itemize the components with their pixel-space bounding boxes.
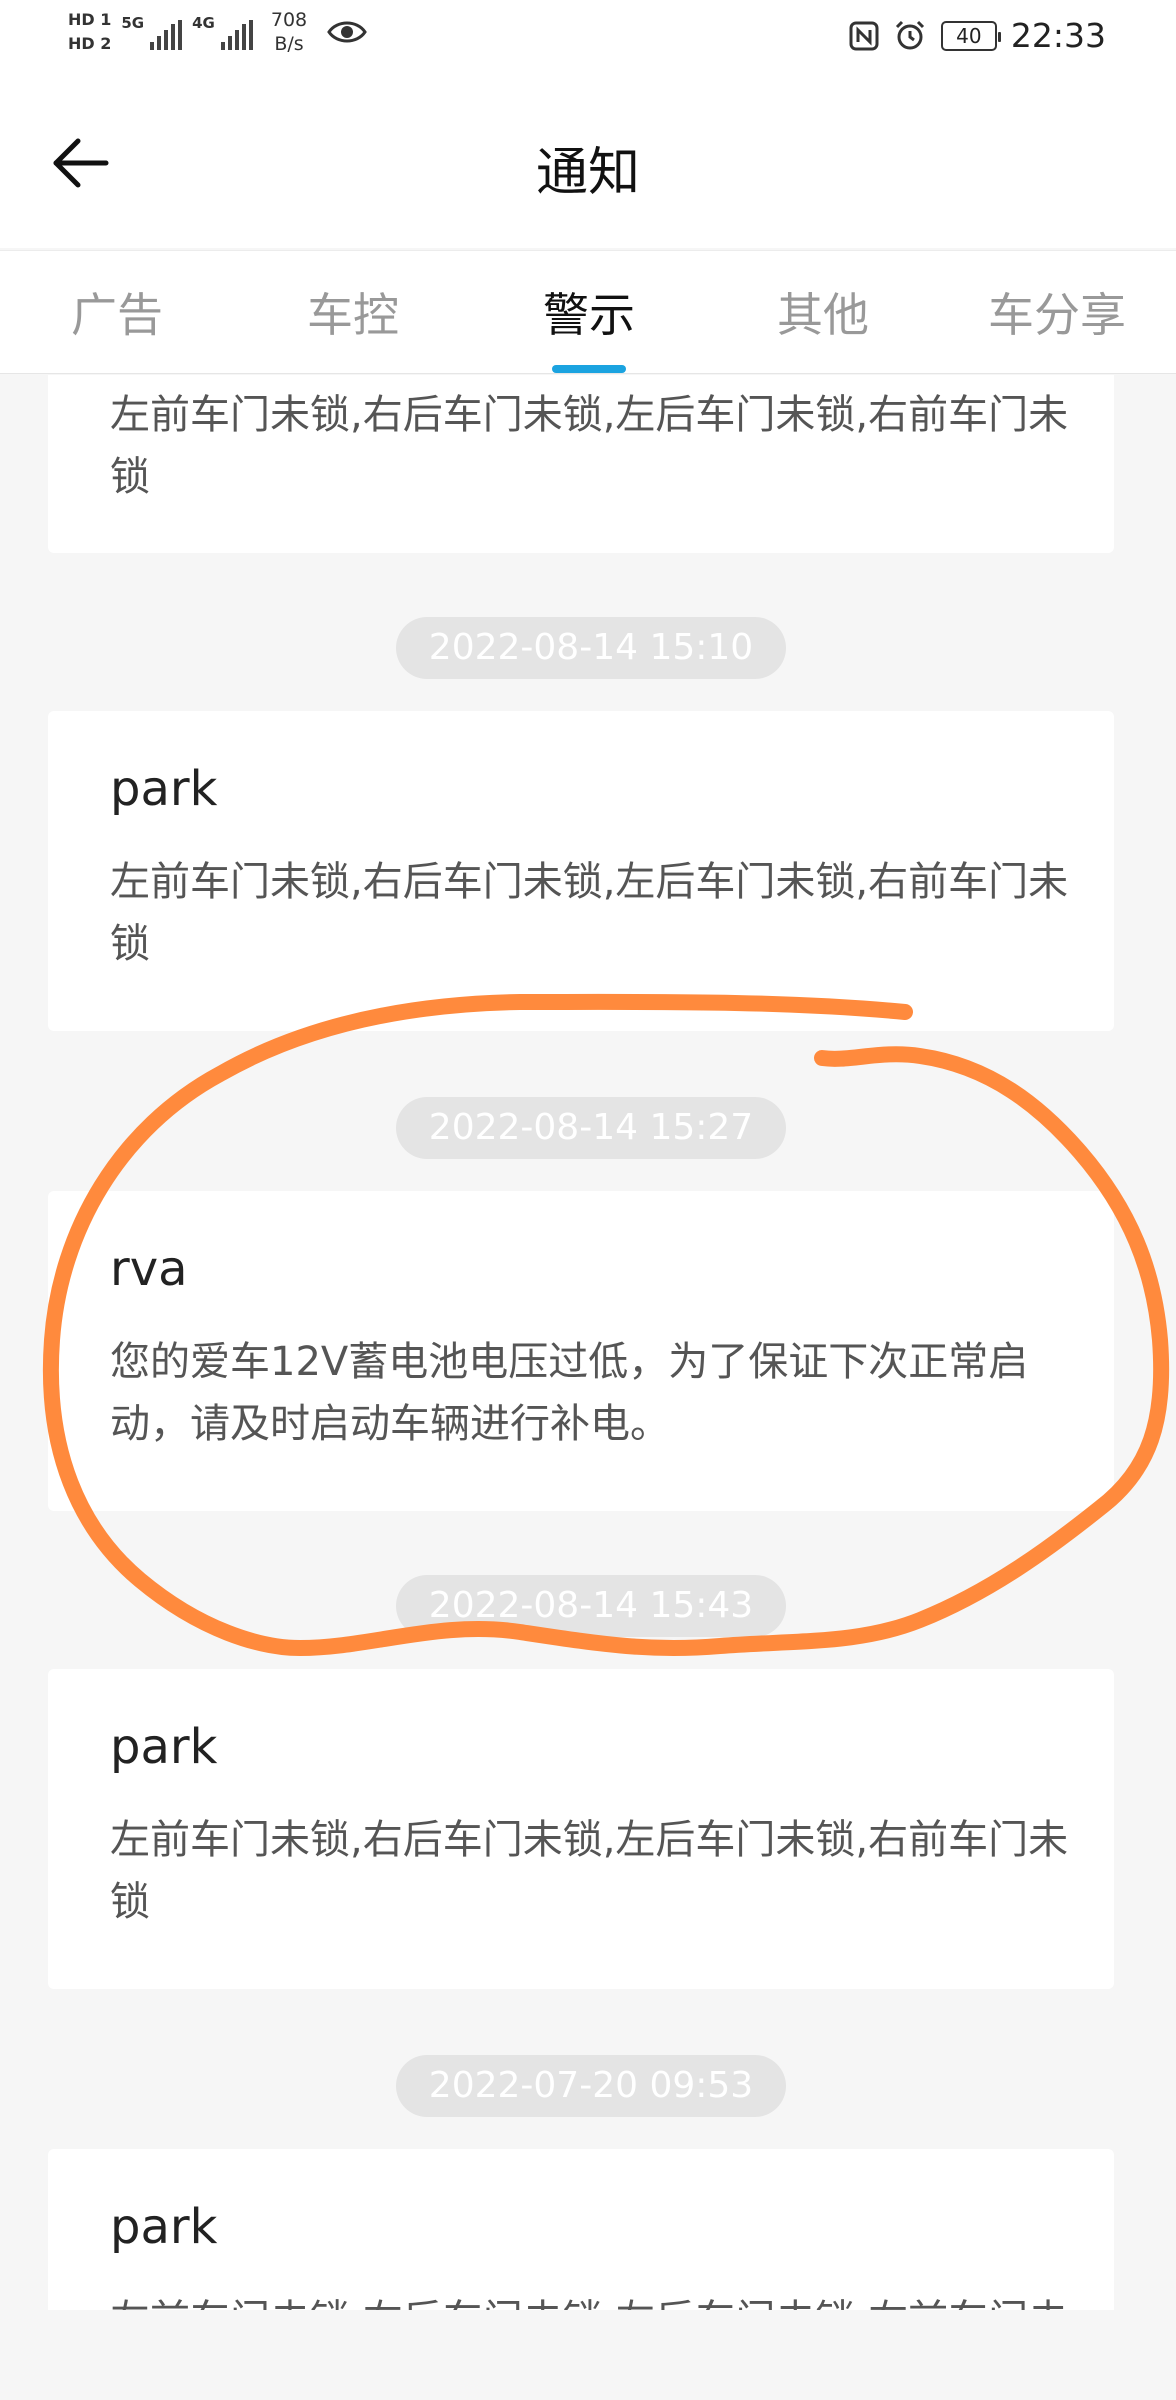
- hd2-label: HD 2: [68, 34, 112, 53]
- status-bar: HD 1 HD 2 5G 4G 708 B/s 40 22:33: [0, 0, 1176, 78]
- signal-sim1-icon: 5G: [121, 14, 183, 50]
- tab-car-share[interactable]: 车分享: [962, 279, 1152, 345]
- notification-body: 左前车门未锁,右后车门未锁,左后车门未锁,右前车门未锁: [110, 859, 1069, 967]
- timestamp-pill: 2022-08-14 15:43: [396, 1575, 786, 1637]
- timestamp-pill: 2022-08-14 15:27: [396, 1097, 786, 1159]
- notification-card[interactable]: park 左前车门未锁,右后车门未锁,左后车门未锁,右前车门未锁: [48, 711, 1114, 1031]
- tab-ads[interactable]: 广告: [22, 279, 212, 345]
- app-header: 通知: [0, 78, 1176, 248]
- tab-bar: 广告 车控 警示 其他 车分享: [0, 250, 1176, 374]
- notification-card[interactable]: 左前车门未锁,右后车门未锁,左后车门未锁,右前车门未锁: [48, 375, 1114, 553]
- notification-list[interactable]: 左前车门未锁,右后车门未锁,左后车门未锁,右前车门未锁 2022-08-14 1…: [0, 375, 1176, 2310]
- notification-card[interactable]: park 左前车门未锁,右后车门未锁,左后车门未锁,右前车门未锁: [48, 1669, 1114, 1989]
- notifications-screen: HD 1 HD 2 5G 4G 708 B/s 40 22:33 通知 广告 车…: [0, 0, 1176, 2400]
- tab-other[interactable]: 其他: [728, 279, 918, 345]
- tab-warnings[interactable]: 警示: [494, 279, 684, 345]
- timestamp-pill: 2022-08-14 15:10: [396, 617, 786, 679]
- clock: 22:33: [1010, 16, 1106, 55]
- sim1-network-label: 5G: [121, 14, 145, 32]
- notification-title: park: [110, 761, 218, 817]
- network-speed-unit: B/s: [274, 33, 304, 55]
- active-tab-indicator: [552, 365, 626, 373]
- notification-body: 您的爱车12V蓄电池电压过低，为了保证下次正常启动，请及时启动车辆进行补电。: [110, 1339, 1029, 1447]
- signal-sim2-icon: 4G: [192, 14, 253, 50]
- battery-icon: 40: [940, 20, 1001, 51]
- alarm-icon: [895, 20, 924, 49]
- hd1-label: HD 1: [68, 10, 112, 29]
- status-right: 40 22:33: [849, 16, 1106, 55]
- eye-icon: [327, 21, 367, 43]
- notification-title: rva: [110, 1241, 188, 1297]
- nfc-icon: [849, 21, 879, 50]
- tab-vehicle-control[interactable]: 车控: [258, 279, 448, 345]
- network-speed: 708 B/s: [271, 8, 307, 56]
- notification-title: park: [110, 2199, 218, 2255]
- hd-indicators: HD 1 HD 2: [68, 10, 111, 54]
- battery-level: 40: [956, 23, 982, 48]
- network-speed-value: 708: [270, 9, 308, 31]
- notification-body: 左前车门未锁,右后车门未锁,左后车门未锁,右前车门未锁: [110, 2289, 1074, 2310]
- bottom-blank-area: [0, 2310, 1176, 2400]
- sim2-network-label: 4G: [192, 14, 215, 32]
- status-left: HD 1 HD 2 5G 4G 708 B/s: [68, 8, 367, 56]
- timestamp-pill: 2022-07-20 09:53: [396, 2055, 786, 2117]
- notification-body: 左前车门未锁,右后车门未锁,左后车门未锁,右前车门未锁: [110, 1817, 1069, 1925]
- notification-card[interactable]: rva 您的爱车12V蓄电池电压过低，为了保证下次正常启动，请及时启动车辆进行补…: [48, 1191, 1114, 1511]
- page-title: 通知: [535, 143, 640, 203]
- notification-body: 左前车门未锁,右后车门未锁,左后车门未锁,右前车门未锁: [110, 392, 1069, 500]
- notification-card[interactable]: park 左前车门未锁,右后车门未锁,左后车门未锁,右前车门未锁: [48, 2149, 1114, 2310]
- notification-title: park: [110, 1719, 218, 1775]
